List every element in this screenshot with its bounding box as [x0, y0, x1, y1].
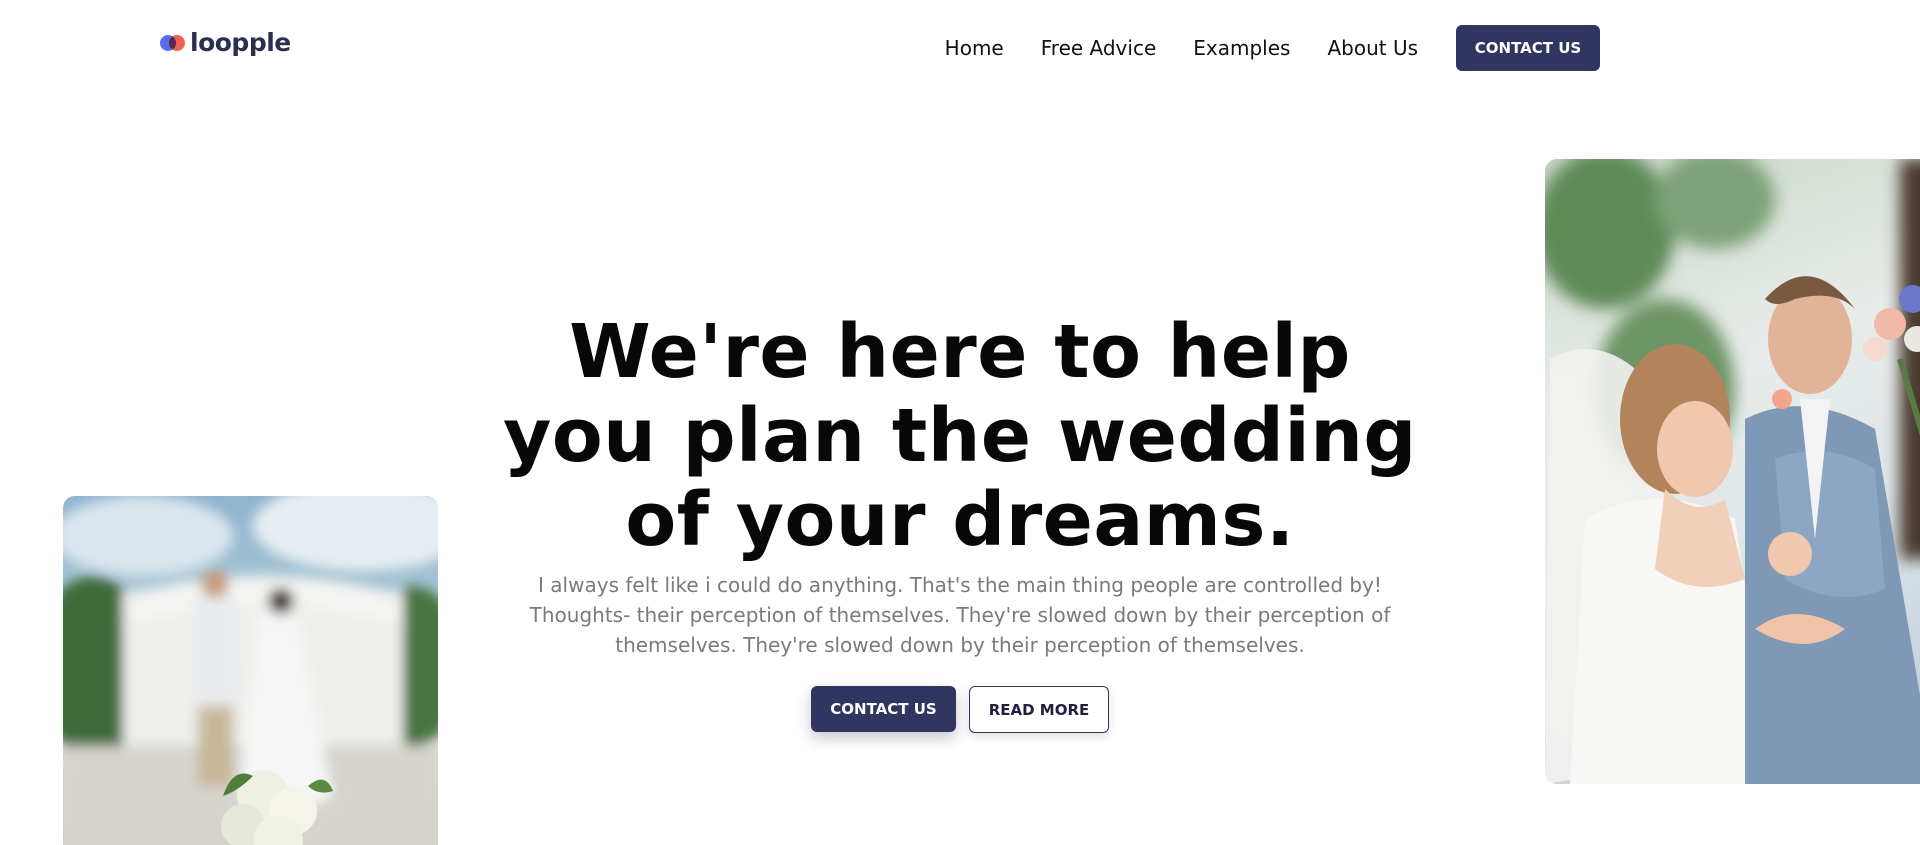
- nav-link-examples[interactable]: Examples: [1193, 25, 1290, 71]
- main-nav: Home Free Advice Examples About Us CONTA…: [908, 25, 1600, 71]
- wedding-photo-right: [1545, 159, 1920, 784]
- nav-link-about-us[interactable]: About Us: [1327, 25, 1418, 71]
- brand-logo[interactable]: loopple: [160, 28, 291, 57]
- brand-name: loopple: [190, 28, 291, 57]
- hero-description: I always felt like i could do anything. …: [529, 573, 1391, 657]
- nav-contact-button[interactable]: CONTACT US: [1456, 25, 1600, 71]
- hero-read-more-button[interactable]: READ MORE: [969, 686, 1109, 733]
- nav-link-home[interactable]: Home: [945, 25, 1004, 71]
- beach-wedding-image: [63, 496, 438, 845]
- hero-title: We're here to help you plan the wedding …: [503, 309, 1417, 563]
- nav-links: Home Free Advice Examples About Us: [908, 25, 1418, 71]
- hero-actions: CONTACT US READ MORE: [500, 686, 1420, 733]
- logo-icon: [160, 34, 186, 52]
- nav-link-free-advice[interactable]: Free Advice: [1041, 25, 1157, 71]
- couple-kiss-image: [1545, 159, 1920, 784]
- wedding-photo-left: [63, 496, 438, 845]
- hero-section: We're here to help you plan the wedding …: [500, 310, 1420, 733]
- hero-contact-button[interactable]: CONTACT US: [811, 686, 956, 732]
